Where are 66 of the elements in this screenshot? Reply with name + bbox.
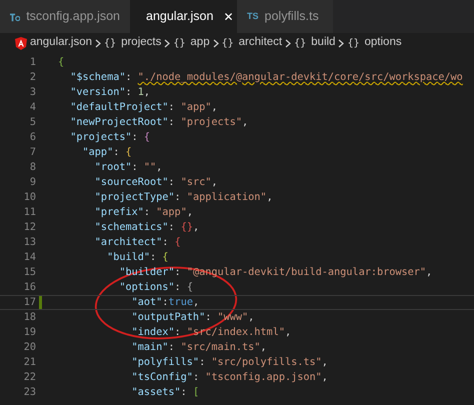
code-line: "architect": { bbox=[94, 236, 181, 250]
code-line: "projectType": "application", bbox=[94, 190, 273, 205]
line-number: 16 bbox=[22, 280, 36, 295]
line-number: 17 bbox=[22, 296, 36, 310]
code-line: "main": "src/main.ts", bbox=[130, 340, 267, 355]
object-icon: {} bbox=[104, 36, 116, 50]
config-file-icon bbox=[10, 12, 20, 22]
line-number: 6 bbox=[28, 130, 36, 145]
line-number: 8 bbox=[28, 160, 36, 175]
code-line: "defaultProject": "app", bbox=[69, 100, 218, 115]
line-number: 13 bbox=[22, 236, 36, 250]
chevron-icon bbox=[212, 38, 219, 48]
chevron-icon bbox=[95, 38, 102, 48]
code-line: { bbox=[58, 56, 64, 70]
code-line: "newProjectRoot": "projects", bbox=[69, 116, 248, 130]
line-number: 14 bbox=[22, 250, 36, 265]
line-number: 18 bbox=[22, 310, 36, 325]
code-line: "schematics": {}, bbox=[94, 220, 200, 235]
line-number: 23 bbox=[22, 386, 36, 400]
code-line: "assets": [ bbox=[130, 386, 200, 400]
typescript-icon: TS bbox=[247, 10, 259, 24]
object-icon: {} bbox=[222, 36, 234, 50]
code-line: "version": 1, bbox=[69, 86, 150, 100]
editor-tab[interactable]: tsconfig.app.json bbox=[0, 0, 130, 33]
code-line: "projects": { bbox=[69, 130, 150, 145]
breadcrumb-item[interactable]: projects bbox=[121, 34, 162, 52]
line-number: 4 bbox=[28, 100, 36, 115]
line-number: 19 bbox=[22, 326, 36, 340]
breadcrumb-item[interactable]: build bbox=[311, 34, 336, 52]
chevron-icon bbox=[285, 38, 292, 48]
line-number: 1 bbox=[28, 56, 36, 70]
code-line: "$schema": "./node_modules/@angular-devkit/core/src/workspace/wo bbox=[69, 70, 463, 85]
line-number: 15 bbox=[22, 266, 36, 280]
chevron-icon bbox=[338, 38, 344, 48]
breadcrumb-item[interactable]: angular.json bbox=[30, 34, 92, 52]
line-number: 20 bbox=[22, 340, 36, 355]
line-number: 22 bbox=[22, 370, 36, 385]
code-line: "options": { bbox=[118, 280, 193, 295]
line-number: 9 bbox=[28, 176, 36, 190]
object-icon: {} bbox=[294, 36, 306, 50]
breadcrumb-item[interactable]: options bbox=[364, 34, 402, 52]
code-line: "aot":true, bbox=[130, 296, 200, 310]
code-line: "sourceRoot": "src", bbox=[94, 176, 218, 190]
code-line: "tsConfig": "tsconfig.app.json", bbox=[130, 370, 328, 385]
editor-tab[interactable]: TS polyfills.ts bbox=[237, 0, 333, 33]
line-number: 5 bbox=[28, 116, 36, 130]
line-number: 11 bbox=[22, 206, 36, 220]
breadcrumb-item[interactable]: app bbox=[190, 34, 210, 52]
code-line: "root": "", bbox=[94, 160, 162, 175]
shield-icon bbox=[15, 36, 27, 50]
object-icon: {} bbox=[347, 36, 360, 50]
chevron-icon bbox=[164, 38, 170, 48]
code-line: "prefix": "app", bbox=[94, 206, 193, 220]
line-number: 10 bbox=[22, 190, 36, 205]
code-line: "build": { bbox=[106, 250, 168, 265]
line-number: 3 bbox=[28, 86, 36, 100]
close-icon[interactable]: ✕ bbox=[223, 8, 234, 26]
breadcrumb-item[interactable]: architect bbox=[238, 34, 282, 52]
code-line: "app": { bbox=[82, 146, 132, 160]
line-number: 12 bbox=[22, 220, 36, 235]
editor-tab[interactable]: angular.json ✕ bbox=[130, 0, 237, 33]
line-number: 21 bbox=[22, 356, 36, 370]
line-number: 2 bbox=[28, 70, 36, 85]
line-number: 7 bbox=[28, 146, 36, 160]
code-line: "polyfills": "src/polyfills.ts", bbox=[130, 356, 328, 370]
object-icon: {} bbox=[173, 36, 186, 50]
